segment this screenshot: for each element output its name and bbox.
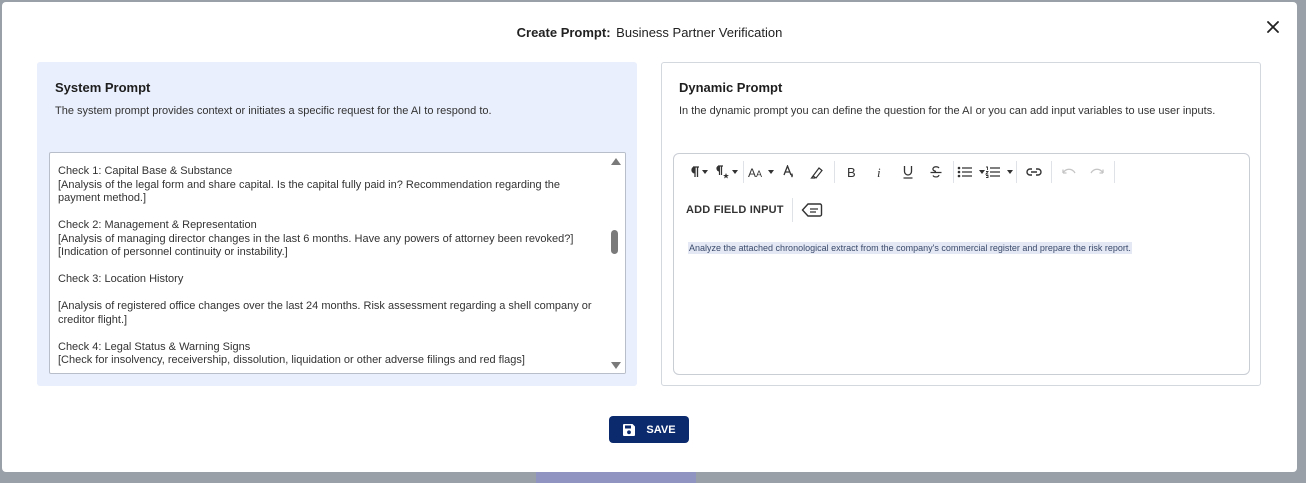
bullet-list-icon (957, 166, 972, 178)
redo-icon (1090, 168, 1104, 174)
dynamic-prompt-description: In the dynamic prompt you can define the… (679, 105, 1216, 117)
paragraph-style-icon (716, 165, 729, 179)
system-prompt-text[interactable]: Check 1: Capital Base & Substance [Analy… (58, 165, 598, 368)
redo-button[interactable] (1083, 160, 1111, 184)
paragraph-format-icon (691, 166, 699, 177)
add-field-input-button[interactable]: ADD FIELD INPUT (686, 204, 784, 216)
system-prompt-textarea[interactable]: Check 1: Capital Base & Substance [Analy… (49, 152, 626, 374)
scroll-up-arrow-icon[interactable] (611, 158, 621, 165)
highlight-icon (810, 167, 823, 179)
system-prompt-panel: System Prompt The system prompt provides… (37, 62, 637, 386)
backdrop (536, 472, 696, 483)
save-button[interactable]: SAVE (609, 416, 689, 443)
svg-text:A: A (756, 169, 762, 178)
numbered-list-icon (985, 166, 1000, 178)
link-icon (1026, 168, 1042, 176)
svg-text:B: B (847, 166, 856, 178)
underline-icon (903, 166, 913, 179)
modal-title: Create Prompt: Business Partner Verifica… (2, 25, 1297, 40)
system-prompt-scrollbar[interactable] (605, 153, 625, 373)
editor-toolbar: AA B i (684, 160, 1118, 184)
scroll-thumb[interactable] (611, 230, 618, 254)
save-icon (623, 423, 636, 436)
add-field-input-row: ADD FIELD INPUT (686, 198, 823, 222)
paragraph-format-button[interactable] (684, 160, 712, 184)
close-button[interactable] (1264, 18, 1282, 36)
dynamic-prompt-heading: Dynamic Prompt (679, 80, 783, 95)
dynamic-prompt-content[interactable]: Analyze the attached chronological extra… (688, 242, 1132, 254)
strikethrough-button[interactable] (922, 160, 950, 184)
svg-text:i: i (877, 166, 881, 178)
field-input-tag-icon[interactable] (801, 201, 823, 219)
font-size-icon: AA (748, 166, 762, 178)
link-button[interactable] (1020, 160, 1048, 184)
dynamic-prompt-panel: Dynamic Prompt In the dynamic prompt you… (661, 62, 1261, 386)
create-prompt-modal: Create Prompt: Business Partner Verifica… (2, 2, 1297, 472)
dynamic-prompt-editor[interactable]: AA B i ADD FIELD INPUT Analyze the attac… (673, 153, 1250, 375)
italic-icon: i (877, 166, 881, 178)
undo-button[interactable] (1055, 160, 1083, 184)
scroll-down-arrow-icon[interactable] (611, 362, 621, 369)
text-color-icon (783, 165, 793, 178)
bullet-list-button[interactable] (957, 160, 985, 184)
font-size-button[interactable]: AA (747, 160, 775, 184)
close-icon[interactable] (1267, 21, 1279, 33)
svg-text:A: A (748, 166, 756, 178)
save-button-label: SAVE (646, 423, 676, 436)
numbered-list-button[interactable] (985, 160, 1013, 184)
system-prompt-heading: System Prompt (55, 80, 151, 95)
highlight-button[interactable] (803, 160, 831, 184)
modal-title-value: Business Partner Verification (616, 25, 783, 40)
undo-icon (1062, 168, 1076, 174)
underline-button[interactable] (894, 160, 922, 184)
bold-button[interactable]: B (838, 160, 866, 184)
paragraph-style-button[interactable] (712, 160, 740, 184)
text-color-button[interactable] (775, 160, 803, 184)
strikethrough-icon (930, 166, 942, 178)
system-prompt-description: The system prompt provides context or in… (55, 105, 492, 117)
italic-button[interactable]: i (866, 160, 894, 184)
modal-title-label: Create Prompt: (516, 25, 611, 40)
bold-icon: B (847, 166, 856, 178)
